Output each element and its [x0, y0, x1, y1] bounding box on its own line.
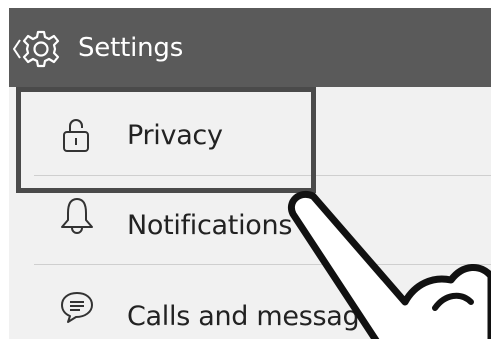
- lock-icon: [63, 119, 89, 152]
- gear-icon[interactable]: [21, 29, 61, 69]
- menu-item-label: Calls and messages: [127, 301, 390, 332]
- bell-icon: [61, 198, 93, 234]
- chevron-left-icon[interactable]: [13, 39, 21, 59]
- menu-item-label: Notifications: [127, 210, 293, 241]
- chat-bubble-icon: [61, 292, 93, 323]
- settings-screen: Settings Privacy Notifications Calls and…: [9, 8, 491, 339]
- menu-item-privacy[interactable]: Privacy: [9, 87, 491, 175]
- menu-item-notifications[interactable]: Notifications: [9, 176, 491, 264]
- page-title: Settings: [78, 33, 184, 63]
- app-header: Settings: [9, 8, 491, 87]
- menu-item-label: Privacy: [127, 120, 223, 151]
- menu-item-calls-and-messages[interactable]: Calls and messages: [9, 265, 491, 339]
